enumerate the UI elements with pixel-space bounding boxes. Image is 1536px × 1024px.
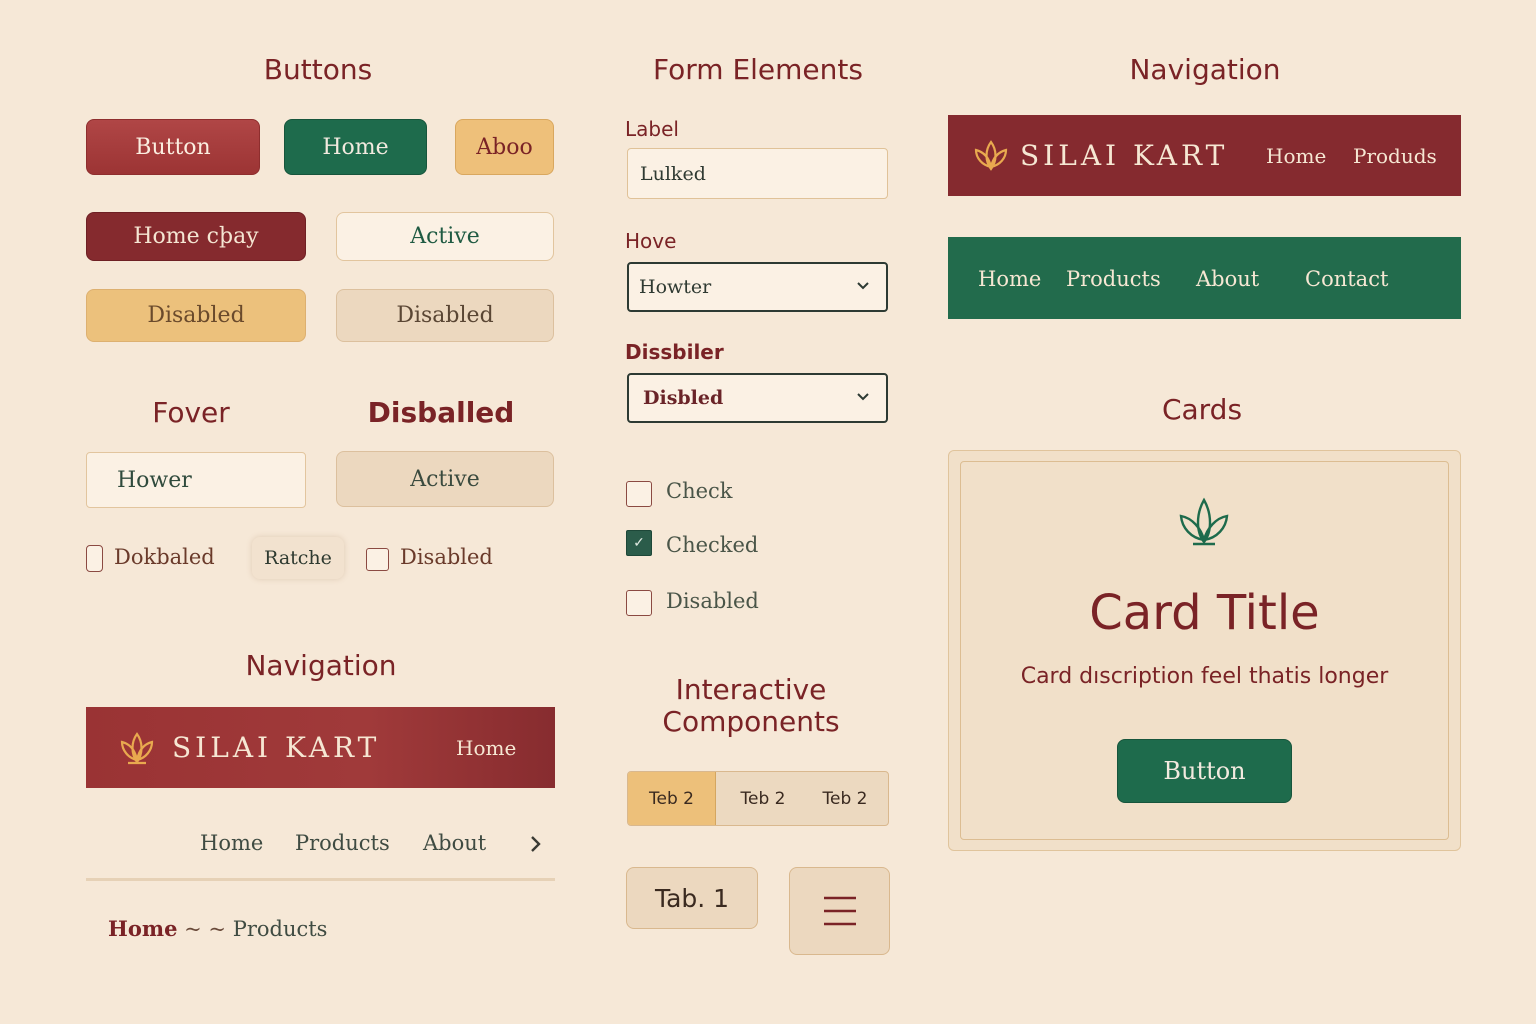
tab-single-button[interactable]: Tab. 1 xyxy=(626,867,758,929)
card-title: Card Title xyxy=(1089,585,1320,641)
nav-link-home[interactable]: Home xyxy=(200,831,263,855)
chevron-down-icon xyxy=(857,393,869,401)
tab-3[interactable]: Teb 2 xyxy=(802,772,888,825)
nav-link-products[interactable]: Products xyxy=(295,831,390,855)
nav-link-about[interactable]: About xyxy=(423,831,486,855)
breadcrumb-current: Products xyxy=(232,917,328,941)
nav-link-home[interactable]: Home xyxy=(978,267,1041,291)
menu-button[interactable] xyxy=(789,867,890,955)
bottom-red-navbar: SILAI KART Home xyxy=(86,707,555,788)
card: Card Title Card dıscription feel thatis … xyxy=(948,450,1461,851)
lotus-icon xyxy=(120,732,154,765)
checkbox-check[interactable] xyxy=(626,481,652,507)
checkbox-dokbaled-label: Dokbaled xyxy=(114,545,215,569)
text-input[interactable]: Lulked xyxy=(627,148,888,199)
about-button[interactable]: Aboo xyxy=(455,119,554,175)
disabled-select-value: Disbled xyxy=(643,387,724,409)
checkbox-checked-label: Checked xyxy=(666,533,759,557)
brand-name[interactable]: SILAI KART xyxy=(1020,139,1228,172)
breadcrumb-separator: ~ ~ xyxy=(184,917,226,941)
hover-select-value: Howter xyxy=(639,276,712,298)
active-disabled-button: Active xyxy=(336,451,554,507)
breadcrumb-home[interactable]: Home xyxy=(108,916,177,941)
checkbox-disabled-row xyxy=(366,548,389,571)
interactive-title-line2: Components xyxy=(662,705,840,738)
green-navbar: Home Products About Contact xyxy=(948,237,1461,319)
tab-group: Teb 2 Teb 2 Teb 2 xyxy=(627,771,889,826)
navigation-section-title: Navigation xyxy=(1129,53,1281,86)
disabled-select: Disbled xyxy=(627,373,888,423)
disabled-section-title: Disballed xyxy=(367,396,515,429)
card-button[interactable]: Button xyxy=(1117,739,1292,803)
nav-divider xyxy=(86,878,555,881)
lotus-icon xyxy=(974,140,1008,171)
chevron-down-icon xyxy=(857,282,869,290)
disabled-beige-button: Disabled xyxy=(336,289,554,342)
top-red-navbar: SILAI KART Home Produds xyxy=(948,115,1461,196)
checkbox-check-label: Check xyxy=(666,479,733,503)
cards-section-title: Cards xyxy=(1161,393,1243,426)
hover-select[interactable]: Howter xyxy=(627,262,888,312)
brand-name[interactable]: SILAI KART xyxy=(172,731,380,764)
home-button[interactable]: Home xyxy=(284,119,427,175)
card-description: Card dıscription feel thatis longer xyxy=(1020,664,1389,689)
lotus-icon xyxy=(1179,497,1229,546)
nav-link-products[interactable]: Products xyxy=(1066,267,1161,291)
buttons-section-title: Buttons xyxy=(263,53,373,86)
field-label-1: Label xyxy=(625,117,679,141)
active-button[interactable]: Active xyxy=(336,212,554,261)
navigation-section-title-secondary: Navigation xyxy=(245,649,397,682)
nav-link-contact[interactable]: Contact xyxy=(1305,267,1388,291)
nav-link-home[interactable]: Home xyxy=(456,736,516,760)
tab-2[interactable]: Teb 2 xyxy=(720,772,806,825)
nav-link-products[interactable]: Produds xyxy=(1353,144,1437,168)
hover-section-title: Fover xyxy=(152,396,230,429)
hamburger-menu-icon xyxy=(824,896,856,926)
home-play-button[interactable]: Home cþay xyxy=(86,212,306,261)
breadcrumb: Home ~ ~ Products xyxy=(108,916,327,941)
nav-link-about[interactable]: About xyxy=(1196,267,1259,291)
interactive-title-line1: Interactive xyxy=(675,673,827,706)
hover-button[interactable]: Hower xyxy=(86,452,306,508)
interactive-section-title: Interactive Components xyxy=(626,676,876,736)
checkbox-checked[interactable]: ✓ xyxy=(626,530,652,556)
form-section-title: Form Elements xyxy=(653,53,863,86)
checkbox-disabled-row-label: Disabled xyxy=(400,545,493,569)
disabled-gold-button: Disabled xyxy=(86,289,306,342)
checkbox-dokbaled[interactable] xyxy=(86,545,103,572)
field-label-3: Dissbiler xyxy=(625,340,724,364)
ratche-chip[interactable]: Ratche xyxy=(252,537,344,579)
checkbox-disabled xyxy=(626,590,652,616)
field-label-2: Hove xyxy=(625,229,677,253)
checkbox-disabled-label: Disabled xyxy=(666,589,759,613)
primary-button[interactable]: Button xyxy=(86,119,260,175)
chevron-right-icon[interactable] xyxy=(529,835,543,853)
tab-1[interactable]: Teb 2 xyxy=(628,772,716,825)
nav-link-home[interactable]: Home xyxy=(1266,144,1326,168)
